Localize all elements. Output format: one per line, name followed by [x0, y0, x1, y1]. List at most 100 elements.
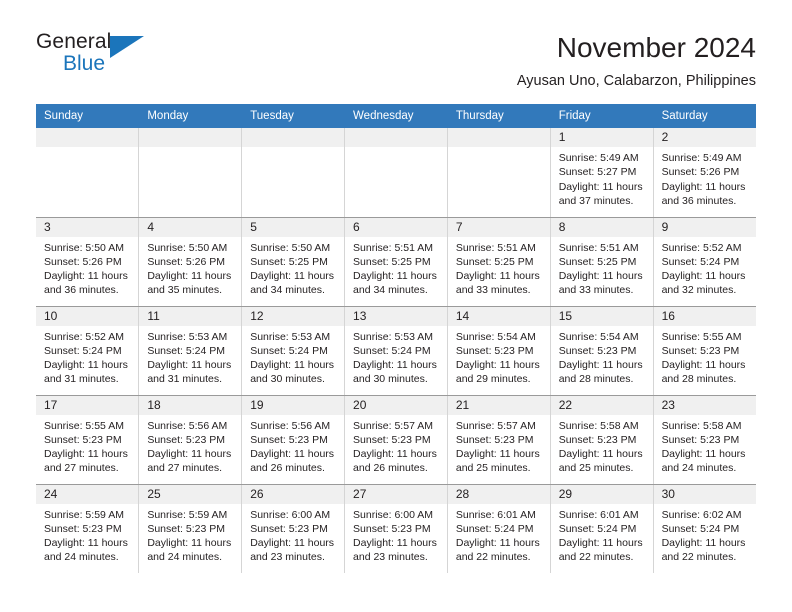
sunset-text: Sunset: 5:23 PM	[353, 522, 431, 535]
sunset-text: Sunset: 5:24 PM	[455, 522, 534, 535]
calendar-day-cell[interactable]: 6 Sunrise: 5:51 AM Sunset: 5:25 PM Daylight…	[344, 217, 448, 307]
daylight-text: Daylight: 11 hours and 28 minutes.	[661, 359, 746, 386]
calendar-day-cell[interactable]: 4 Sunrise: 5:50 AM Sunset: 5:26 PM Daylight…	[138, 217, 243, 307]
day-sun-info: Sunrise: 5:53 AM Sunset: 5:24 PM Daylight:…	[242, 326, 344, 387]
calendar-day-cell[interactable]: 1 Sunrise: 5:49 AM Sunset: 5:27 PM Daylight…	[550, 128, 654, 218]
calendar-body: 1 Sunrise: 5:49 AM Sunset: 5:27 PM Daylight…	[36, 128, 756, 574]
calendar-day-cell[interactable]: 17 Sunrise: 5:55 AM Sunset: 5:23 PM Dayligh…	[36, 395, 140, 485]
calendar-day-cell[interactable]: 2 Sunrise: 5:49 AM Sunset: 5:26 PM Daylight…	[653, 128, 756, 218]
sunset-text: Sunset: 5:23 PM	[147, 433, 225, 446]
calendar-day-cell[interactable]: 28 Sunrise: 6:01 AM Sunset: 5:24 PM Dayligh…	[447, 484, 551, 574]
day-sun-info: Sunrise: 5:56 AM Sunset: 5:23 PM Daylight:…	[139, 415, 241, 476]
day-number: 8	[550, 217, 653, 237]
daylight-text: Daylight: 11 hours and 37 minutes.	[558, 180, 643, 207]
day-sun-info: Sunrise: 5:58 AM Sunset: 5:23 PM Daylight:…	[551, 415, 653, 476]
sunrise-text: Sunrise: 5:59 AM	[44, 508, 124, 521]
sunrise-text: Sunrise: 5:55 AM	[661, 330, 742, 343]
calendar-day-cell[interactable]: 5 Sunrise: 5:50 AM Sunset: 5:25 PM Daylight…	[241, 217, 346, 307]
day-number: 24	[36, 484, 139, 504]
calendar-day-cell[interactable]: 15 Sunrise: 5:54 AM Sunset: 5:23 PM Dayligh…	[550, 306, 654, 396]
sunrise-text: Sunrise: 5:50 AM	[44, 241, 124, 254]
calendar-day-cell[interactable]: 8 Sunrise: 5:51 AM Sunset: 5:25 PM Daylight…	[550, 217, 654, 307]
daylight-text: Daylight: 11 hours and 31 minutes.	[147, 359, 232, 386]
sunset-text: Sunset: 5:23 PM	[353, 433, 431, 446]
sunset-text: Sunset: 5:26 PM	[44, 255, 122, 268]
title-block: November 2024 Ayusan Uno, Calabarzon, Ph…	[517, 30, 756, 89]
day-number	[242, 128, 345, 148]
calendar-week-row: 1 Sunrise: 5:49 AM Sunset: 5:27 PM Daylight…	[36, 128, 756, 218]
sunset-text: Sunset: 5:23 PM	[44, 522, 122, 535]
calendar-page: General Blue November 2024 Ayusan Uno, C…	[0, 0, 792, 612]
daylight-text: Daylight: 11 hours and 25 minutes.	[558, 448, 643, 475]
calendar-day-cell[interactable]: 20 Sunrise: 5:57 AM Sunset: 5:23 PM Dayligh…	[344, 395, 448, 485]
sunrise-text: Sunrise: 6:00 AM	[250, 508, 331, 521]
sunset-text: Sunset: 5:24 PM	[353, 344, 431, 357]
sunset-text: Sunset: 5:24 PM	[250, 344, 328, 357]
calendar-day-cell[interactable]: 23 Sunrise: 5:58 AM Sunset: 5:23 PM Dayligh…	[653, 395, 756, 485]
sunset-text: Sunset: 5:24 PM	[661, 522, 740, 535]
general-blue-logo[interactable]: General Blue	[36, 30, 156, 82]
calendar-day-cell[interactable]: 21 Sunrise: 5:57 AM Sunset: 5:23 PM Dayligh…	[447, 395, 551, 485]
day-sun-info: Sunrise: 6:00 AM Sunset: 5:23 PM Daylight:…	[345, 504, 447, 565]
day-number: 9	[653, 217, 756, 237]
sunset-text: Sunset: 5:23 PM	[661, 433, 740, 446]
calendar-day-cell[interactable]: 13 Sunrise: 5:53 AM Sunset: 5:24 PM Dayligh…	[344, 306, 448, 396]
calendar-day-cell[interactable]: 26 Sunrise: 6:00 AM Sunset: 5:23 PM Dayligh…	[241, 484, 346, 574]
sunrise-text: Sunrise: 5:51 AM	[353, 241, 433, 254]
calendar-day-cell[interactable]: 25 Sunrise: 5:59 AM Sunset: 5:23 PM Dayligh…	[138, 484, 243, 574]
daylight-text: Daylight: 11 hours and 30 minutes.	[250, 359, 335, 386]
weekday-header-saturday: Saturday	[653, 104, 756, 129]
calendar-day-cell[interactable]: 9 Sunrise: 5:52 AM Sunset: 5:24 PM Daylight…	[653, 217, 756, 307]
daylight-text: Daylight: 11 hours and 30 minutes.	[353, 359, 437, 386]
day-number: 1	[550, 128, 653, 148]
sunrise-text: Sunrise: 6:01 AM	[558, 508, 639, 521]
sunset-text: Sunset: 5:23 PM	[455, 344, 534, 357]
calendar-day-cell[interactable]: 27 Sunrise: 6:00 AM Sunset: 5:23 PM Dayligh…	[344, 484, 448, 574]
day-sun-info: Sunrise: 6:01 AM Sunset: 5:24 PM Daylight:…	[551, 504, 653, 565]
calendar-week-row: 10 Sunrise: 5:52 AM Sunset: 5:24 PM Dayligh…	[36, 306, 756, 396]
calendar-day-cell[interactable]: 24 Sunrise: 5:59 AM Sunset: 5:23 PM Dayligh…	[36, 484, 140, 574]
daylight-text: Daylight: 11 hours and 29 minutes.	[455, 359, 540, 386]
daylight-text: Daylight: 11 hours and 27 minutes.	[44, 448, 128, 475]
day-number: 23	[653, 395, 756, 415]
day-sun-info: Sunrise: 5:59 AM Sunset: 5:23 PM Daylight:…	[139, 504, 241, 565]
calendar-day-cell[interactable]: 12 Sunrise: 5:53 AM Sunset: 5:24 PM Dayligh…	[241, 306, 346, 396]
daylight-text: Daylight: 11 hours and 28 minutes.	[558, 359, 643, 386]
sunset-text: Sunset: 5:23 PM	[558, 433, 637, 446]
day-number	[447, 128, 550, 148]
calendar-day-cell[interactable]: 30 Sunrise: 6:02 AM Sunset: 5:24 PM Dayligh…	[653, 484, 756, 574]
daylight-text: Daylight: 11 hours and 32 minutes.	[661, 270, 746, 297]
day-number: 2	[653, 128, 756, 148]
sunset-text: Sunset: 5:25 PM	[455, 255, 534, 268]
sunrise-text: Sunrise: 5:49 AM	[558, 152, 639, 165]
daylight-text: Daylight: 11 hours and 24 minutes.	[661, 448, 746, 475]
day-sun-info: Sunrise: 5:53 AM Sunset: 5:24 PM Daylight:…	[345, 326, 447, 387]
calendar-day-cell[interactable]: 3 Sunrise: 5:50 AM Sunset: 5:26 PM Daylight…	[36, 217, 140, 307]
calendar-day-cell[interactable]: 7 Sunrise: 5:51 AM Sunset: 5:25 PM Daylight…	[447, 217, 551, 307]
calendar-day-cell[interactable]: 16 Sunrise: 5:55 AM Sunset: 5:23 PM Dayligh…	[653, 306, 756, 396]
daylight-text: Daylight: 11 hours and 24 minutes.	[147, 537, 232, 564]
weekday-header-tuesday: Tuesday	[241, 104, 346, 129]
daylight-text: Daylight: 11 hours and 36 minutes.	[661, 180, 746, 207]
calendar-day-cell[interactable]: 19 Sunrise: 5:56 AM Sunset: 5:23 PM Dayligh…	[241, 395, 346, 485]
daylight-text: Daylight: 11 hours and 22 minutes.	[558, 537, 643, 564]
calendar-day-cell[interactable]: 18 Sunrise: 5:56 AM Sunset: 5:23 PM Dayligh…	[138, 395, 243, 485]
sunset-text: Sunset: 5:24 PM	[661, 255, 740, 268]
calendar-day-cell[interactable]: 29 Sunrise: 6:01 AM Sunset: 5:24 PM Dayligh…	[550, 484, 654, 574]
sunrise-text: Sunrise: 5:56 AM	[147, 419, 228, 432]
daylight-text: Daylight: 11 hours and 23 minutes.	[250, 537, 335, 564]
calendar-day-cell[interactable]: 14 Sunrise: 5:54 AM Sunset: 5:23 PM Dayligh…	[447, 306, 551, 396]
calendar-day-cell[interactable]: 11 Sunrise: 5:53 AM Sunset: 5:24 PM Dayligh…	[138, 306, 243, 396]
weekday-header-monday: Monday	[138, 104, 243, 129]
daylight-text: Daylight: 11 hours and 36 minutes.	[44, 270, 128, 297]
calendar-day-cell[interactable]: 22 Sunrise: 5:58 AM Sunset: 5:23 PM Dayligh…	[550, 395, 654, 485]
day-sun-info: Sunrise: 5:56 AM Sunset: 5:23 PM Daylight:…	[242, 415, 344, 476]
sunrise-text: Sunrise: 5:57 AM	[353, 419, 433, 432]
calendar-day-cell[interactable]: 10 Sunrise: 5:52 AM Sunset: 5:24 PM Dayligh…	[36, 306, 140, 396]
sunrise-text: Sunrise: 5:54 AM	[558, 330, 639, 343]
day-number: 5	[242, 217, 345, 237]
calendar-cell-empty	[138, 128, 243, 218]
page-title: November 2024	[556, 32, 756, 63]
sunset-text: Sunset: 5:27 PM	[558, 166, 637, 179]
calendar-week-row: 3 Sunrise: 5:50 AM Sunset: 5:26 PM Daylight…	[36, 217, 756, 307]
